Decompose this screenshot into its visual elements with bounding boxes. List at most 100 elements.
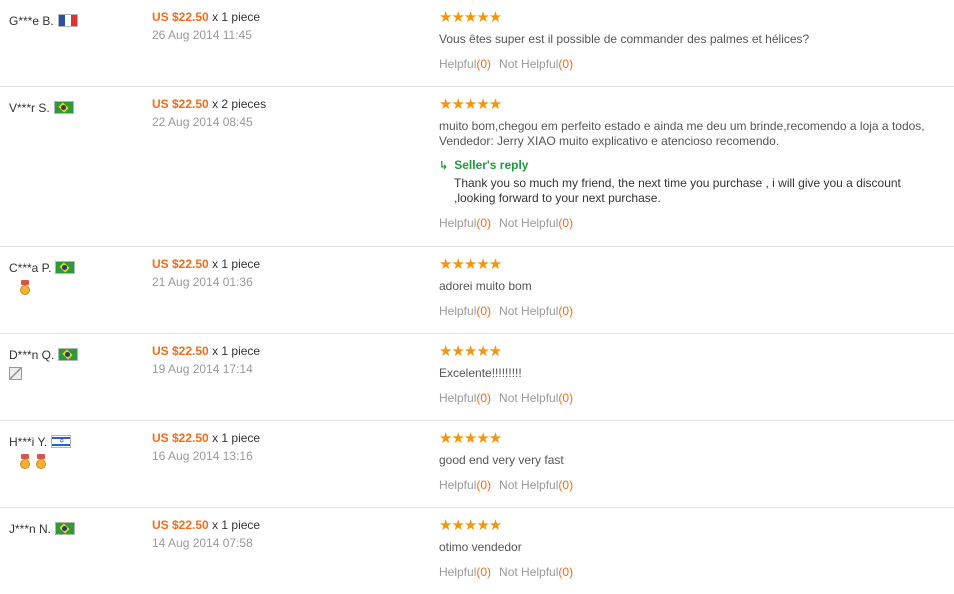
order-quantity: x 1 piece — [212, 344, 261, 358]
feedback-text: Excelente!!!!!!!!! — [439, 366, 522, 380]
feedback: ★★★★★ adorei muito bom Helpful(0) Not Hel… — [439, 257, 949, 318]
not-helpful-button[interactable]: Not Helpful(0) — [499, 57, 573, 71]
helpful-count: (0) — [476, 478, 492, 492]
flag-france-icon — [57, 14, 78, 28]
buyer-name: V***r S. — [9, 100, 50, 115]
buyer-info: H***i Y. ✡ — [9, 434, 139, 472]
flag-brazil-icon — [53, 101, 74, 115]
flag-brazil-icon — [58, 348, 79, 362]
order-quantity: x 1 piece — [212, 518, 261, 532]
not-helpful-count: (0) — [558, 57, 574, 71]
order-info: US $22.50 x 1 piece 16 Aug 2014 13:16 — [152, 431, 422, 463]
not-helpful-button[interactable]: Not Helpful(0) — [499, 478, 573, 492]
order-date: 22 Aug 2014 08:45 — [152, 115, 253, 129]
medal-icon — [19, 453, 31, 470]
buyer-name: G***e B. — [9, 13, 54, 28]
helpful-row: Helpful(0) Not Helpful(0) — [439, 216, 949, 230]
helpful-row: Helpful(0) Not Helpful(0) — [439, 57, 949, 71]
reviews-list: G***e B. US $22.50 x 1 piece 26 Aug 2014… — [0, 0, 954, 594]
order-info: US $22.50 x 1 piece 19 Aug 2014 17:14 — [152, 344, 422, 376]
buyer-badges — [19, 279, 139, 298]
helpful-button[interactable]: Helpful(0) — [439, 216, 491, 230]
helpful-count: (0) — [476, 565, 492, 579]
feedback-text: Vous êtes super est il possible de comma… — [439, 32, 810, 46]
review-item: V***r S. US $22.50 x 2 pieces 22 Aug 201… — [0, 87, 954, 247]
not-helpful-count: (0) — [558, 565, 574, 579]
helpful-button[interactable]: Helpful(0) — [439, 391, 491, 405]
order-date: 16 Aug 2014 13:16 — [152, 449, 253, 463]
feedback-text: adorei muito bom — [439, 279, 532, 293]
not-helpful-count: (0) — [558, 304, 574, 318]
helpful-button[interactable]: Helpful(0) — [439, 304, 491, 318]
order-date: 26 Aug 2014 11:45 — [152, 28, 252, 42]
order-price: US $22.50 — [152, 518, 209, 532]
helpful-row: Helpful(0) Not Helpful(0) — [439, 391, 949, 405]
review-item: D***n Q. US $22.50 x 1 piece 19 Aug 2014… — [0, 334, 954, 421]
feedback-text: good end very very fast — [439, 453, 564, 467]
buyer-name: J***n N. — [9, 521, 52, 536]
not-helpful-button[interactable]: Not Helpful(0) — [499, 391, 573, 405]
star-rating: ★★★★★ — [439, 343, 502, 360]
review-item: J***n N. US $22.50 x 1 piece 14 Aug 2014… — [0, 508, 954, 594]
star-rating: ★★★★★ — [439, 430, 502, 447]
order-quantity: x 1 piece — [212, 257, 261, 271]
order-info: US $22.50 x 1 piece 21 Aug 2014 01:36 — [152, 257, 422, 289]
medal-icon — [19, 279, 31, 296]
review-item: C***a P. US $22.50 x 1 piece 21 Aug 2014… — [0, 247, 954, 334]
feedback: ★★★★★ muito bom,chegou em perfeito estad… — [439, 97, 949, 230]
order-info: US $22.50 x 2 pieces 22 Aug 2014 08:45 — [152, 97, 422, 129]
medal-icon — [35, 453, 47, 470]
not-helpful-button[interactable]: Not Helpful(0) — [499, 216, 573, 230]
not-helpful-count: (0) — [558, 216, 574, 230]
seller-reply: ↳ Seller's reply Thank you so much my fri… — [439, 158, 949, 206]
order-price: US $22.50 — [152, 97, 209, 111]
order-quantity: x 1 piece — [212, 10, 261, 24]
helpful-count: (0) — [476, 57, 492, 71]
star-rating: ★★★★★ — [439, 256, 502, 273]
review-item: G***e B. US $22.50 x 1 piece 26 Aug 2014… — [0, 0, 954, 87]
buyer-badges — [9, 366, 139, 385]
order-price: US $22.50 — [152, 257, 209, 271]
order-quantity: x 1 piece — [212, 431, 261, 445]
seller-reply-label: Seller's reply — [454, 158, 529, 172]
review-item: H***i Y. ✡ US $22.50 x 1 piece 16 Aug 201… — [0, 421, 954, 508]
order-info: US $22.50 x 1 piece 26 Aug 2014 11:45 — [152, 10, 422, 42]
helpful-row: Helpful(0) Not Helpful(0) — [439, 478, 949, 492]
helpful-button[interactable]: Helpful(0) — [439, 57, 491, 71]
feedback: ★★★★★ good end very very fast Helpful(0)… — [439, 431, 949, 492]
buyer-info: V***r S. — [9, 100, 139, 115]
helpful-row: Helpful(0) Not Helpful(0) — [439, 304, 949, 318]
flag-israel-icon: ✡ — [51, 435, 72, 449]
order-price: US $22.50 — [152, 431, 209, 445]
order-quantity: x 2 pieces — [212, 97, 267, 111]
feedback-text: muito bom,chegou em perfeito estado e ai… — [439, 119, 925, 148]
order-date: 21 Aug 2014 01:36 — [152, 275, 253, 289]
buyer-info: J***n N. — [9, 521, 139, 536]
feedback: ★★★★★ Vous êtes super est il possible de… — [439, 10, 949, 71]
not-helpful-count: (0) — [558, 478, 574, 492]
order-date: 14 Aug 2014 07:58 — [152, 536, 253, 550]
helpful-count: (0) — [476, 216, 492, 230]
order-price: US $22.50 — [152, 344, 209, 358]
helpful-count: (0) — [476, 304, 492, 318]
buyer-name: D***n Q. — [9, 347, 55, 362]
feedback: ★★★★★ otimo vendedor Helpful(0) Not Helpf… — [439, 518, 949, 579]
feedback: ★★★★★ Excelente!!!!!!!!! Helpful(0) Not H… — [439, 344, 949, 405]
helpful-button[interactable]: Helpful(0) — [439, 478, 491, 492]
star-rating: ★★★★★ — [439, 9, 502, 26]
reply-arrow-icon: ↳ — [439, 160, 449, 172]
buyer-info: C***a P. — [9, 260, 139, 298]
buyer-info: G***e B. — [9, 13, 139, 28]
flag-brazil-icon — [55, 522, 76, 536]
order-price: US $22.50 — [152, 10, 209, 24]
order-info: US $22.50 x 1 piece 14 Aug 2014 07:58 — [152, 518, 422, 550]
not-helpful-button[interactable]: Not Helpful(0) — [499, 304, 573, 318]
feedback-text: otimo vendedor — [439, 540, 522, 554]
not-helpful-count: (0) — [558, 391, 574, 405]
helpful-button[interactable]: Helpful(0) — [439, 565, 491, 579]
not-helpful-button[interactable]: Not Helpful(0) — [499, 565, 573, 579]
buyer-badges — [19, 453, 139, 472]
helpful-count: (0) — [476, 391, 492, 405]
flag-brazil-icon — [55, 261, 76, 275]
order-date: 19 Aug 2014 17:14 — [152, 362, 253, 376]
